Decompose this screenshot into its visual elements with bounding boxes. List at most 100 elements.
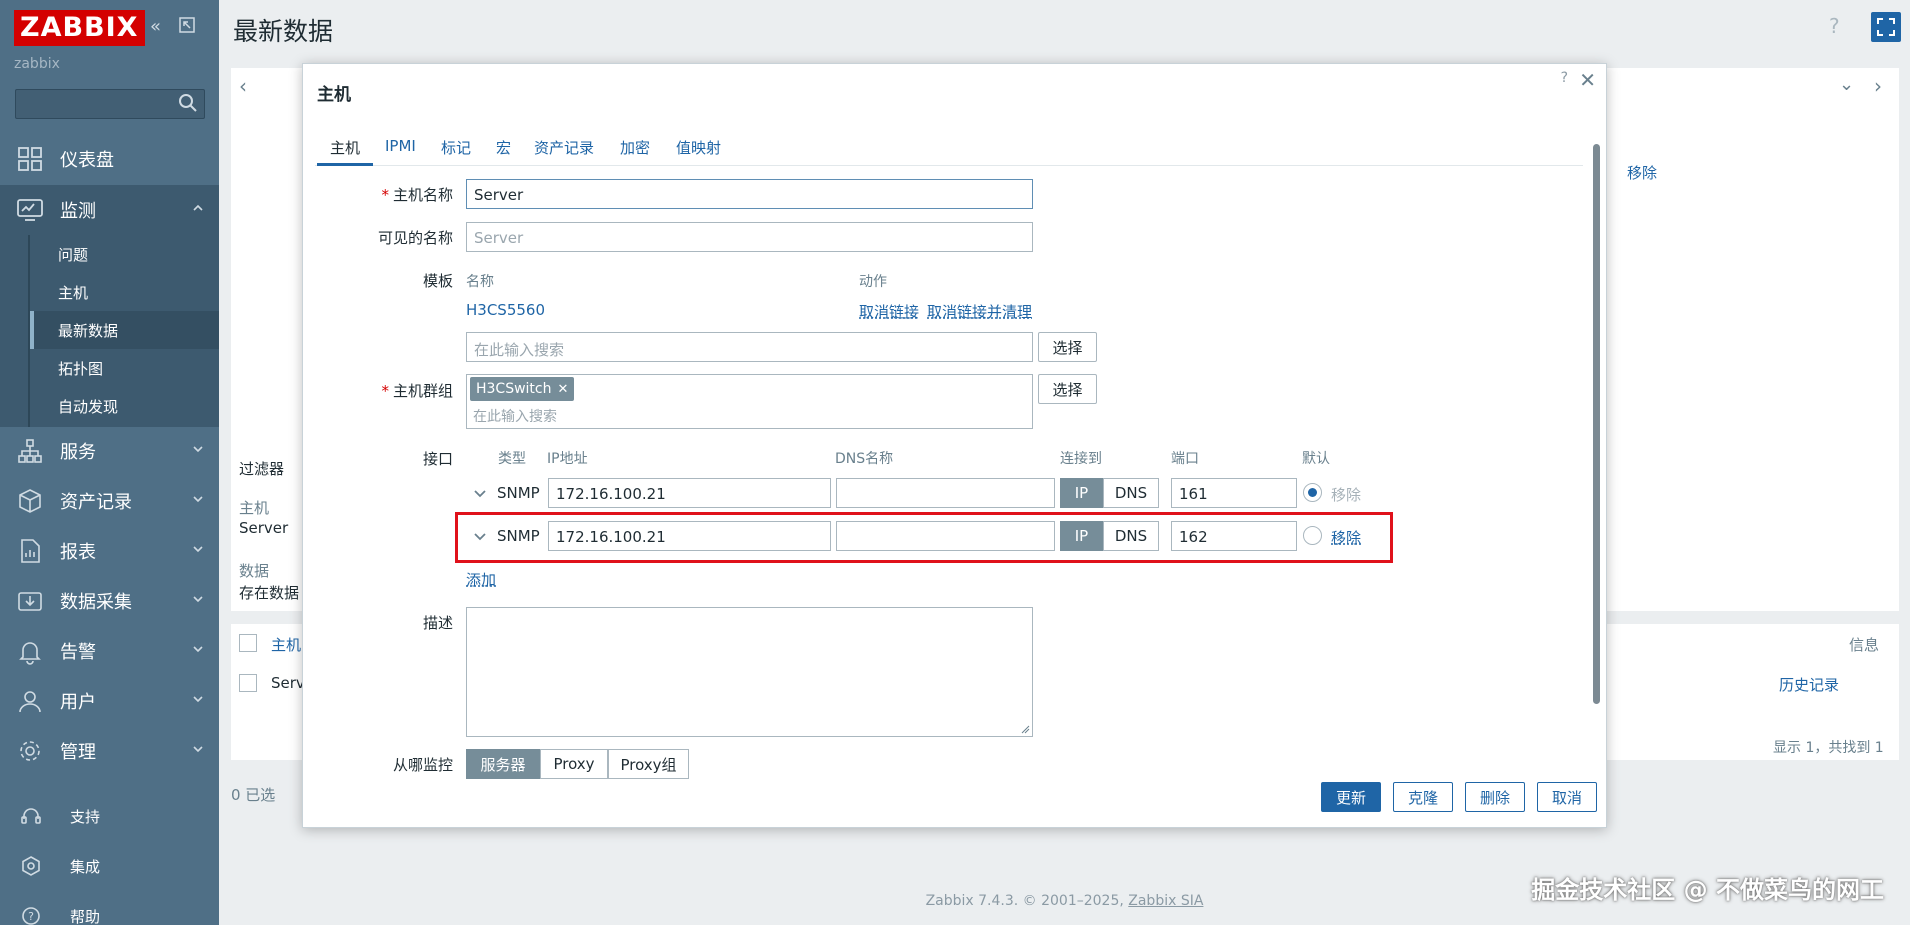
tab-encryption[interactable]: 加密 xyxy=(620,137,650,158)
close-icon[interactable]: ✕ xyxy=(1579,68,1596,92)
iface-connect-toggle: IP DNS xyxy=(1060,478,1159,508)
dialog-help-icon[interactable]: ? xyxy=(1561,70,1568,86)
host-name-input[interactable]: Server xyxy=(466,179,1033,209)
chevron-down-icon[interactable]: ⌄ xyxy=(1839,74,1854,95)
monitored-by-server[interactable]: 服务器 xyxy=(466,749,540,779)
iface-default-radio[interactable] xyxy=(1303,483,1322,502)
filter-data-value[interactable]: 存在数据 xyxy=(239,582,299,603)
menu-data-collection[interactable]: 数据采集 xyxy=(0,576,219,626)
iface-dns-input[interactable] xyxy=(836,521,1055,551)
zabbix-logo[interactable]: ZABBIX xyxy=(14,10,145,46)
menu-label: 管理 xyxy=(60,742,96,763)
menu-label: 用户 xyxy=(60,692,96,713)
menu-label: 数据采集 xyxy=(60,592,132,613)
row-checkbox[interactable] xyxy=(239,674,257,692)
menu-help[interactable]: ? 帮助 xyxy=(0,896,219,925)
menu-inventory[interactable]: 资产记录 xyxy=(0,476,219,526)
fullscreen-icon[interactable] xyxy=(1871,12,1901,46)
filter-host-value[interactable]: Server xyxy=(239,519,288,537)
history-link[interactable]: 历史记录 xyxy=(1779,674,1839,696)
tab-host[interactable]: 主机 xyxy=(330,137,360,158)
monitored-by-label: 从哪监控 xyxy=(392,756,453,774)
menu-reports[interactable]: 报表 xyxy=(0,526,219,576)
connect-dns-option[interactable]: DNS xyxy=(1103,521,1159,551)
host-groups-search-placeholder[interactable]: 在此输入搜索 xyxy=(473,406,557,426)
update-button[interactable]: 更新 xyxy=(1321,782,1381,812)
menu-alerts[interactable]: 告警 xyxy=(0,626,219,676)
remove-tag-icon[interactable]: ✕ xyxy=(558,382,569,397)
svg-text:?: ? xyxy=(28,910,34,923)
menu-administration[interactable]: 管理 xyxy=(0,726,219,776)
description-textarea[interactable] xyxy=(466,607,1033,737)
collapse-sidebar-icon[interactable]: « xyxy=(150,16,161,37)
iface-remove-link[interactable]: 移除 xyxy=(1331,527,1361,548)
menu-label: 服务 xyxy=(60,442,96,463)
tab-ipmi[interactable]: IPMI xyxy=(385,137,416,155)
tab-inventory[interactable]: 资产记录 xyxy=(534,137,594,158)
footer-link[interactable]: Zabbix SIA xyxy=(1128,893,1203,909)
iface-ip-input[interactable]: 172.16.100.21 xyxy=(548,521,831,551)
monitored-by-proxy-group[interactable]: Proxy组 xyxy=(608,749,689,779)
search-icon[interactable] xyxy=(178,93,198,113)
tab-macros[interactable]: 宏 xyxy=(496,137,511,158)
submenu-maps[interactable]: 拓扑图 xyxy=(30,349,219,387)
menu-integrations[interactable]: 集成 xyxy=(0,846,219,886)
monitored-by-proxy[interactable]: Proxy xyxy=(540,749,608,779)
iface-type: SNMP xyxy=(497,527,540,545)
unlink-link[interactable]: 取消链接 xyxy=(859,301,919,322)
tab-tags[interactable]: 标记 xyxy=(441,137,471,158)
submenu-problems[interactable]: 问题 xyxy=(30,235,219,273)
sidebar-search-input[interactable] xyxy=(15,89,205,119)
unlink-clear-link[interactable]: 取消链接并清理 xyxy=(927,301,1032,322)
clone-button[interactable]: 克隆 xyxy=(1393,782,1453,812)
menu-dashboards[interactable]: 仪表盘 xyxy=(0,134,219,184)
visible-name-input[interactable]: Server xyxy=(466,222,1033,252)
help-icon[interactable]: ? xyxy=(1829,14,1840,38)
select-all-checkbox[interactable] xyxy=(239,634,257,652)
delete-button[interactable]: 删除 xyxy=(1465,782,1525,812)
hide-sidebar-icon[interactable] xyxy=(178,16,196,39)
menu-services[interactable]: 服务 xyxy=(0,426,219,476)
data-collection-icon xyxy=(18,592,42,611)
menu-users[interactable]: 用户 xyxy=(0,676,219,726)
headset-icon xyxy=(21,808,41,824)
resize-handle-icon[interactable] xyxy=(1020,724,1030,734)
submenu-discovery[interactable]: 自动发现 xyxy=(30,387,219,425)
iface-col-port: 端口 xyxy=(1171,451,1199,467)
connect-ip-option[interactable]: IP xyxy=(1060,478,1103,508)
connect-dns-option[interactable]: DNS xyxy=(1103,478,1159,508)
chevron-left-icon[interactable]: ‹ xyxy=(239,74,247,98)
host-groups-select-button[interactable]: 选择 xyxy=(1038,374,1097,404)
iface-port-input[interactable]: 162 xyxy=(1171,521,1297,551)
submenu-hosts[interactable]: 主机 xyxy=(30,273,219,311)
cancel-button[interactable]: 取消 xyxy=(1537,782,1597,812)
page-title: 最新数据 xyxy=(233,17,334,46)
connect-ip-option[interactable]: IP xyxy=(1060,521,1103,551)
iface-default-radio[interactable] xyxy=(1303,526,1322,545)
dialog-tabs: 主机 IPMI 标记 宏 资产记录 加密 值映射 xyxy=(315,134,1583,166)
chevron-down-icon xyxy=(193,696,203,703)
chevron-up-icon xyxy=(193,204,203,211)
expand-chevron-icon[interactable] xyxy=(473,486,487,500)
table-header-host[interactable]: 主机 xyxy=(271,634,301,655)
menu-support[interactable]: 支持 xyxy=(0,796,219,836)
chevron-right-icon[interactable]: › xyxy=(1874,74,1882,98)
iface-ip-input[interactable]: 172.16.100.21 xyxy=(548,478,831,508)
host-group-tag[interactable]: H3CSwitch ✕ xyxy=(470,377,575,401)
host-name-label: * 主机名称 xyxy=(381,186,453,204)
menu-monitoring[interactable]: 监测 xyxy=(0,185,219,235)
iface-dns-input[interactable] xyxy=(836,478,1055,508)
submenu-latest-data[interactable]: 最新数据 xyxy=(30,311,219,349)
reports-icon xyxy=(21,539,40,563)
tab-value-mapping[interactable]: 值映射 xyxy=(676,137,721,158)
expand-chevron-icon[interactable] xyxy=(473,529,487,543)
add-interface-link[interactable]: 添加 xyxy=(466,569,496,590)
template-select-button[interactable]: 选择 xyxy=(1038,332,1097,362)
chevron-down-icon xyxy=(193,546,203,553)
dialog-scrollbar[interactable] xyxy=(1593,144,1600,704)
table-row-host[interactable]: Serv xyxy=(271,674,305,692)
template-search-input[interactable]: 在此输入搜索 xyxy=(466,332,1033,362)
template-link[interactable]: H3CS5560 xyxy=(466,301,545,319)
iface-port-input[interactable]: 161 xyxy=(1171,478,1297,508)
filter-remove-link[interactable]: 移除 xyxy=(1627,162,1657,183)
